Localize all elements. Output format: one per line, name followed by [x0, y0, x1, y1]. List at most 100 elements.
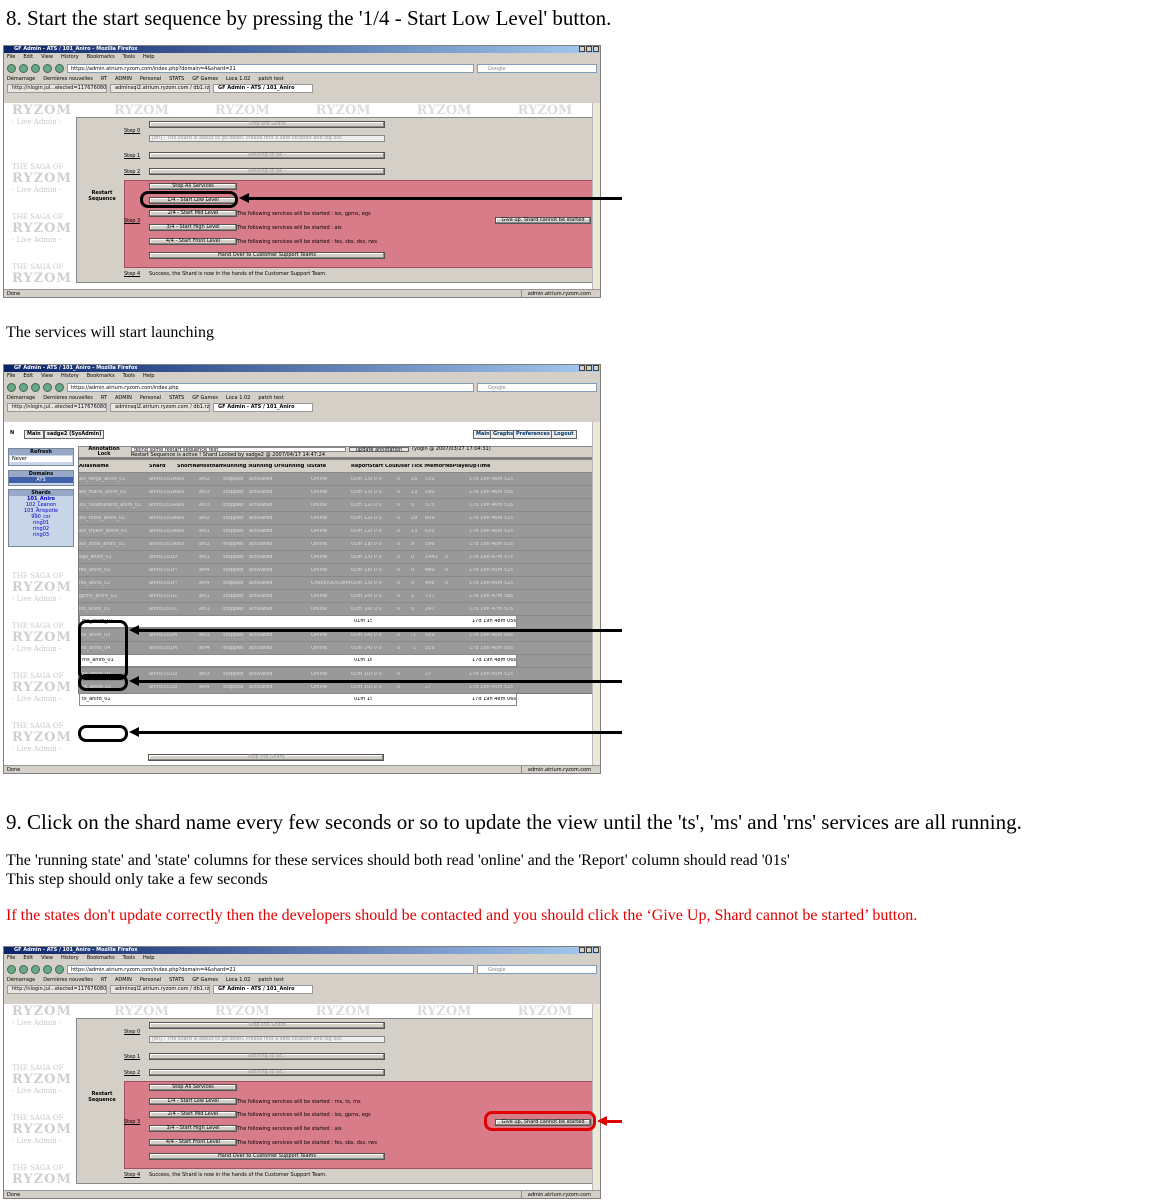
menu-file[interactable]: File	[7, 372, 15, 381]
column-header[interactable]: Report	[351, 464, 369, 469]
column-header[interactable]: Shard	[149, 464, 177, 469]
home-icon[interactable]	[55, 965, 64, 974]
menu-view[interactable]: View	[41, 954, 53, 963]
bookmark-item[interactable]: ADMIN	[115, 75, 132, 84]
search-input[interactable]: Google	[477, 965, 597, 974]
url-bar[interactable]: https://admin.atrium.ryzom.com/index.php…	[67, 64, 474, 73]
close-icon[interactable]	[593, 365, 599, 371]
menu-edit[interactable]: Edit	[23, 53, 33, 62]
stop-shard-button[interactable]: Stop the Shard	[148, 754, 384, 761]
home-icon[interactable]	[55, 383, 64, 392]
column-header[interactable]: State	[311, 464, 351, 469]
bookmark-item[interactable]: Loca 1.02	[226, 976, 250, 985]
table-row[interactable]: fes_aniro_02 aniro/101FS ani4 stopped activa…	[79, 576, 592, 589]
stop-all-services-button[interactable]: Stop All Services	[149, 183, 237, 190]
forward-icon[interactable]	[19, 383, 28, 392]
search-input[interactable]: Google	[477, 383, 597, 392]
bookmark-item[interactable]: Personal	[140, 75, 161, 84]
maximize-icon[interactable]	[586, 365, 592, 371]
domain-item[interactable]: ATS	[9, 477, 73, 483]
menu-bookmarks[interactable]: Bookmarks	[87, 372, 115, 381]
browser-tab[interactable]: http://nlogin.jul...elected=1176760800..…	[7, 403, 107, 412]
column-header[interactable]: NbPlayers	[445, 464, 469, 469]
bookmark-item[interactable]: ADMIN	[115, 394, 132, 403]
column-header[interactable]: Running State	[223, 464, 249, 469]
back-icon[interactable]	[7, 64, 16, 73]
url-bar[interactable]: https://admin.atrium.ryzom.com/index.php	[67, 383, 474, 392]
minimize-icon[interactable]	[579, 46, 585, 52]
back-icon[interactable]	[7, 965, 16, 974]
menu-tools[interactable]: Tools	[123, 372, 135, 381]
update-annotation-button[interactable]: update annotation	[349, 447, 409, 453]
bookmark-item[interactable]: Personal	[140, 394, 161, 403]
nothing-button[interactable]: Nothing to do !	[149, 168, 385, 175]
column-header[interactable]: Hostname	[199, 464, 223, 469]
handover-button[interactable]: Hand Over to Customer Support Teams	[149, 1153, 385, 1160]
menu-help[interactable]: Help	[143, 372, 154, 381]
start-mid-level-button[interactable]: 2/4 - Start Mid Level	[149, 1111, 237, 1118]
column-header[interactable]: Tick SL	[411, 464, 425, 469]
browser-tab[interactable]: http://nlogin.jul...elected=1176760800..…	[7, 84, 107, 93]
bookmark-item[interactable]: RT	[101, 976, 107, 985]
step0-label[interactable]: Step 0	[124, 128, 140, 134]
bookmark-item[interactable]: Personal	[140, 976, 161, 985]
bookmark-item[interactable]: GF Games	[192, 976, 218, 985]
table-row[interactable]: ais_matis_aniro_01 aniro/101AISais ani3 sto…	[79, 485, 592, 498]
step1-label[interactable]: Step 1	[124, 1054, 140, 1060]
bookmark-item[interactable]: RT	[101, 75, 107, 84]
message-select[interactable]: [en] : The shard is about to go down. Pl…	[149, 135, 385, 142]
table-row[interactable]: ais_forge_aniro_01 aniro/101AISais ani2 sto…	[79, 472, 592, 485]
shard-item[interactable]: ring03	[9, 532, 73, 538]
close-icon[interactable]	[593, 947, 599, 953]
browser-tab-active[interactable]: GF Admin - ATS / 101_Aniro	[213, 985, 313, 994]
url-bar[interactable]: https://admin.atrium.ryzom.com/index.php…	[67, 965, 474, 974]
column-header[interactable]: ShortName	[177, 464, 199, 469]
stop-shard-button[interactable]: Stop the Shard	[149, 1022, 385, 1029]
column-header[interactable]: User SL	[397, 464, 411, 469]
bookmark-item[interactable]: Loca 1.02	[226, 394, 250, 403]
table-row[interactable]: rns_aniro_0101m 16s17d 19h 48m 06s	[79, 654, 517, 667]
column-header[interactable]: Start Counters	[369, 464, 397, 469]
menu-file[interactable]: File	[7, 53, 15, 62]
nothing-button[interactable]: Nothing to do !	[149, 1053, 385, 1060]
table-row[interactable]: ms_aniro_04aniro/101MSani4stoppedactivat…	[79, 641, 592, 654]
column-header[interactable]: Memory	[425, 464, 445, 469]
step3-label[interactable]: Step 3	[124, 1119, 140, 1125]
menu-history[interactable]: History	[61, 954, 79, 963]
step1-label[interactable]: Step 1	[124, 153, 140, 159]
table-row[interactable]: ms_aniro_0101m 15s17d 19h 48m 05s	[79, 615, 517, 628]
back-icon[interactable]	[7, 383, 16, 392]
bookmark-item[interactable]: Loca 1.02	[226, 75, 250, 84]
bookmark-item[interactable]: Démarrage	[7, 976, 35, 985]
table-row[interactable]: ais_newbieland_aniro_01 aniro/101AISais an…	[79, 498, 592, 511]
bookmark-item[interactable]: STATS	[169, 976, 184, 985]
column-header[interactable]: AliasName	[79, 464, 149, 469]
nothing-button[interactable]: Nothing to do !	[149, 1069, 385, 1076]
bookmark-item[interactable]: patch test	[258, 394, 283, 403]
menu-tools[interactable]: Tools	[123, 53, 135, 62]
main-tab[interactable]: Main	[24, 430, 44, 439]
message-select[interactable]: [en] : The shard is about to go down. Pl…	[149, 1036, 385, 1043]
reload-icon[interactable]	[31, 64, 40, 73]
table-row[interactable]: ais_zorai_aniro_01 aniro/101AISais ani2 sto…	[79, 537, 592, 550]
step2-label[interactable]: Step 2	[124, 1070, 140, 1076]
menu-bookmarks[interactable]: Bookmarks	[87, 954, 115, 963]
link-preferences[interactable]: Preferences	[513, 430, 553, 439]
stop-all-services-button[interactable]: Stop All Services	[149, 1084, 237, 1091]
bookmark-item[interactable]: Dernières nouvelles	[43, 976, 93, 985]
scrollbar[interactable]	[592, 422, 600, 766]
search-input[interactable]: Google	[477, 64, 597, 73]
nothing-button[interactable]: Nothing to do !	[149, 152, 385, 159]
start-front-level-button[interactable]: 4/4 - Start Front Level	[149, 238, 237, 245]
minimize-icon[interactable]	[579, 947, 585, 953]
bookmark-item[interactable]: patch test	[258, 976, 283, 985]
giveup-button[interactable]: Give up, Shard cannot be started	[495, 217, 591, 224]
bookmark-item[interactable]: Dernières nouvelles	[43, 75, 93, 84]
stop-icon[interactable]	[43, 383, 52, 392]
start-high-level-button[interactable]: 3/4 - Start High Level	[149, 1125, 237, 1132]
bookmark-item[interactable]: Dernières nouvelles	[43, 394, 93, 403]
menu-edit[interactable]: Edit	[23, 954, 33, 963]
step2-label[interactable]: Step 2	[124, 169, 140, 175]
handover-button[interactable]: Hand Over to Customer Support Teams	[149, 252, 385, 259]
menu-history[interactable]: History	[61, 53, 79, 62]
